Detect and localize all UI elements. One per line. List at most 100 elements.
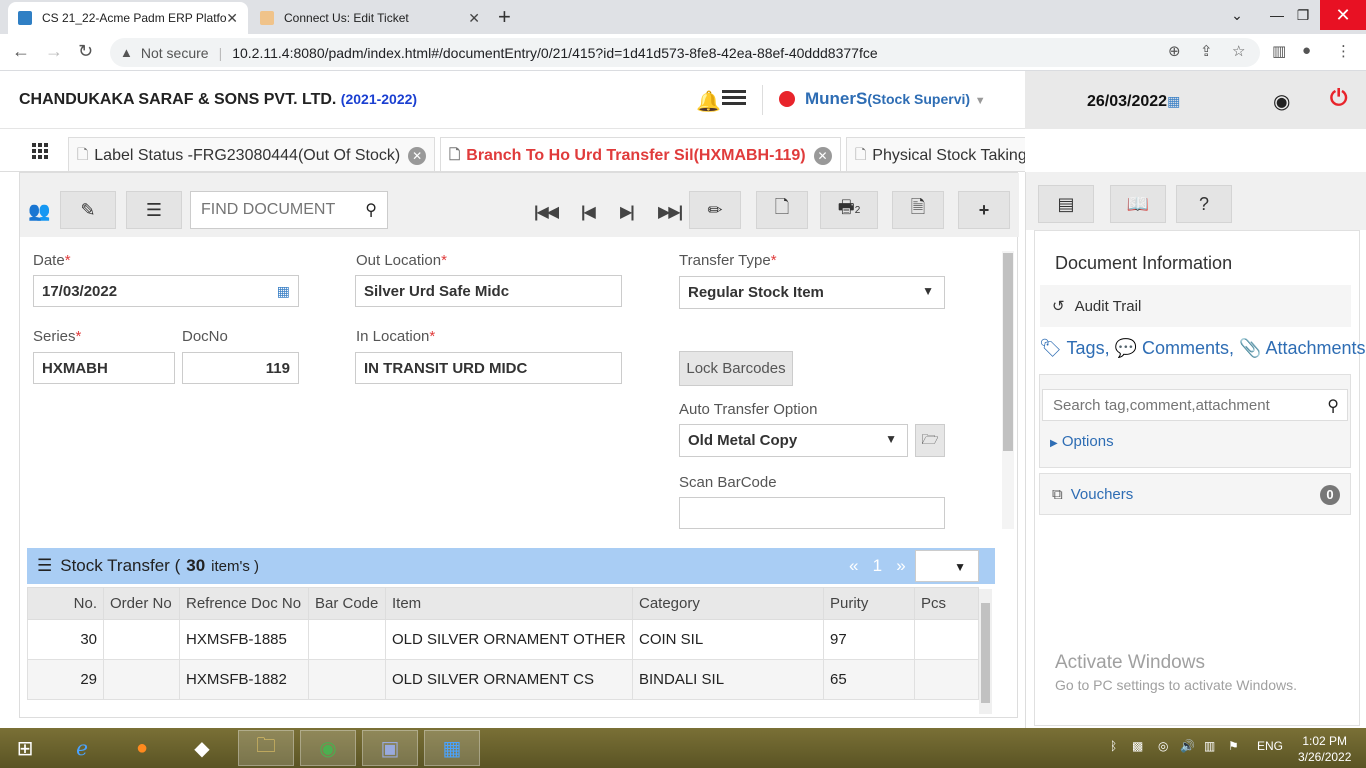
docno-field[interactable]: 119	[182, 352, 299, 384]
next-record-icon[interactable]: ▶|	[620, 202, 635, 222]
forward-icon[interactable]: →	[45, 41, 63, 62]
clock[interactable]: 1:02 PM 3/26/2022	[1298, 733, 1351, 765]
search-icon[interactable]: ⚲	[1327, 396, 1339, 416]
power-icon[interactable]: ⏻	[1330, 85, 1347, 111]
app-icon[interactable]: ◆	[174, 730, 230, 766]
vouchers-count-badge: 0	[1320, 485, 1340, 505]
network-icon[interactable]: ▥	[1204, 739, 1215, 753]
internet-explorer-icon[interactable]: ℯ	[54, 730, 110, 766]
tray-app-icon[interactable]: ▩	[1132, 739, 1143, 753]
scrollbar-thumb[interactable]	[981, 603, 990, 703]
list-view-button[interactable]: ☰	[126, 191, 182, 229]
browser-tab-ticket[interactable]: Connect Us: Edit Ticket ✕	[250, 2, 490, 34]
column-header[interactable]: Pcs	[914, 587, 979, 620]
language-indicator[interactable]: ENG	[1257, 739, 1283, 753]
eye-hidden-icon[interactable]: ◉	[1273, 89, 1290, 114]
first-record-icon[interactable]: |◀◀	[534, 202, 559, 222]
menu-list-icon[interactable]	[722, 90, 746, 108]
vouchers-link[interactable]: ⧉ Vouchers 0	[1039, 473, 1351, 515]
audit-trail-link[interactable]: ↺ Audit Trail	[1040, 285, 1351, 327]
user-dropdown[interactable]: MunerS(Stock Supervi) ▼	[805, 89, 986, 109]
users-icon[interactable]: 👥	[28, 201, 50, 222]
share-icon[interactable]: ⇪	[1200, 42, 1213, 60]
close-tab-icon[interactable]: ✕	[226, 10, 238, 27]
book-button[interactable]: 📖	[1110, 185, 1166, 223]
calendar-icon[interactable]: ▦	[277, 283, 290, 300]
help-button[interactable]: ?	[1176, 185, 1232, 223]
close-icon[interactable]: ✕	[408, 146, 427, 165]
new-tab-button[interactable]: +	[498, 4, 511, 30]
start-icon[interactable]: ⊞	[0, 730, 50, 766]
find-document-input[interactable]	[201, 201, 351, 219]
options-toggle[interactable]: ▶ Options	[1050, 433, 1114, 450]
search-icon[interactable]: ⚲	[365, 200, 377, 220]
tab-branch-transfer[interactable]: 🗋 Branch To Ho Urd Transfer Sil(HXMABH-1…	[440, 137, 841, 171]
last-record-icon[interactable]: ▶▶|	[658, 202, 683, 222]
scrollbar-thumb[interactable]	[1003, 253, 1013, 451]
column-header[interactable]: Bar Code	[308, 587, 386, 620]
tags-link[interactable]: Tags,	[1067, 338, 1110, 358]
back-icon[interactable]: ←	[12, 41, 30, 62]
in-location-field[interactable]: IN TRANSIT URD MIDC	[355, 352, 622, 384]
table-row[interactable]: 29 HXMSFB-1882 OLD SILVER ORNAMENT CS BI…	[27, 659, 979, 700]
page-size-select[interactable]: ▼	[915, 550, 979, 582]
column-header[interactable]: No.	[27, 587, 104, 620]
sidebar-icon[interactable]: ▥	[1272, 42, 1286, 60]
pager-prev[interactable]: «	[849, 556, 858, 575]
volume-icon[interactable]: 🔊	[1180, 739, 1195, 753]
tray-circle-icon[interactable]: ◎	[1158, 739, 1168, 753]
column-header[interactable]: Category	[632, 587, 824, 620]
attachments-link[interactable]: Attachments	[1266, 338, 1366, 358]
pager-page[interactable]: 1	[873, 556, 882, 575]
report-button[interactable]: 🗎	[892, 191, 944, 229]
chrome-icon[interactable]: ◉	[300, 730, 356, 766]
series-field[interactable]: HXMABH	[33, 352, 175, 384]
vmware-icon[interactable]: ▦	[424, 730, 480, 766]
browser-tab-erp[interactable]: CS 21_22-Acme Padm ERP Platfo ✕	[8, 2, 248, 34]
column-header[interactable]: Item	[385, 587, 633, 620]
bell-icon[interactable]: 🔔	[696, 89, 721, 114]
info-list-button[interactable]: ▤	[1038, 185, 1094, 223]
open-folder-button[interactable]: 🗁	[915, 424, 945, 457]
pager-next[interactable]: »	[896, 556, 905, 575]
lock-barcodes-button[interactable]: Lock Barcodes	[679, 351, 793, 386]
profile-icon[interactable]: ●	[1302, 42, 1311, 59]
edit-note-button[interactable]: ✎	[60, 191, 116, 229]
edit-button[interactable]: ✏	[689, 191, 741, 229]
menu-kebab-icon[interactable]: ⋮	[1336, 42, 1351, 60]
previous-record-icon[interactable]: |◀	[581, 202, 596, 222]
cancel-document-button[interactable]: 🗋	[756, 191, 808, 229]
grid-scrollbar[interactable]	[979, 589, 992, 714]
table-row[interactable]: 30 HXMSFB-1885 OLD SILVER ORNAMENT OTHER…	[27, 619, 979, 660]
column-header[interactable]: Purity	[823, 587, 915, 620]
comments-link[interactable]: Comments,	[1142, 338, 1234, 358]
column-header[interactable]: Order No	[103, 587, 180, 620]
firefox-icon[interactable]: ●	[114, 730, 170, 766]
zoom-icon[interactable]: ⊕	[1168, 42, 1181, 60]
date-field[interactable]: 17/03/2022 ▦	[33, 275, 299, 307]
bookmark-star-icon[interactable]: ☆	[1232, 42, 1245, 60]
scan-barcode-input[interactable]	[679, 497, 945, 529]
apps-grid-icon[interactable]	[32, 143, 50, 159]
flag-icon[interactable]: ⚑	[1228, 739, 1239, 753]
close-icon[interactable]: ✕	[813, 146, 832, 165]
form-scrollbar[interactable]	[1002, 251, 1014, 529]
remote-desktop-icon[interactable]: ▣	[362, 730, 418, 766]
tab-physical-stock[interactable]: 🗋 Physical Stock Taking	[846, 137, 1025, 171]
column-header[interactable]: Refrence Doc No	[179, 587, 309, 620]
tag-search-input[interactable]	[1053, 396, 1313, 414]
tab-label-status[interactable]: 🗋 Label Status -FRG23080444(Out Of Stock…	[68, 137, 436, 171]
add-button[interactable]: +	[958, 191, 1010, 229]
close-tab-icon[interactable]: ✕	[468, 10, 480, 27]
window-close-icon[interactable]: ✕	[1320, 0, 1366, 30]
bluetooth-icon[interactable]: ᛒ	[1110, 739, 1117, 753]
auto-transfer-select[interactable]: Old Metal Copy ▼	[679, 424, 908, 457]
calendar-icon: ▦	[1167, 93, 1181, 109]
url-field[interactable]: ▲ Not secure | 10.2.11.4:8080/padm/index…	[110, 38, 1260, 67]
out-location-field[interactable]: Silver Urd Safe Midc	[355, 275, 622, 307]
file-explorer-icon[interactable]: 🗀	[238, 730, 294, 766]
transfer-type-select[interactable]: Regular Stock Item ▼	[679, 276, 945, 309]
print-button[interactable]: 🖶 2	[820, 191, 878, 229]
reload-icon[interactable]: ↻	[78, 41, 93, 62]
session-date[interactable]: 26/03/2022▦	[1087, 93, 1180, 111]
